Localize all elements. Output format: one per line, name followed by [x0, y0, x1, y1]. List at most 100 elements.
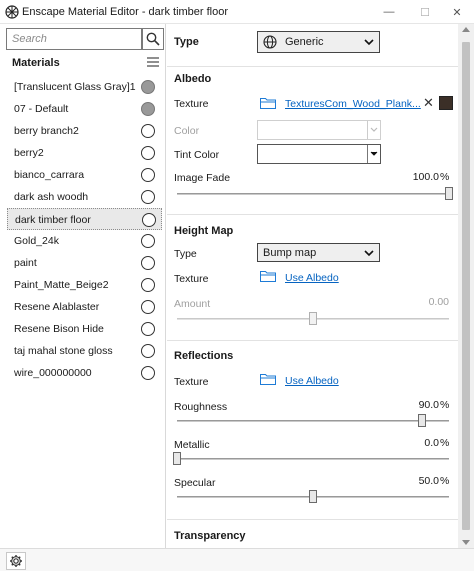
albedo-color-swatch [439, 96, 453, 110]
maximize-button[interactable]: ☐ [408, 0, 442, 24]
roughness-unit: % [440, 399, 450, 411]
material-radio-icon[interactable] [141, 300, 155, 314]
material-name: 07 - Default [14, 103, 69, 115]
hamburger-menu-icon[interactable] [147, 57, 159, 67]
roughness-value[interactable]: 90.0 [397, 399, 439, 411]
height-type-dropdown[interactable]: Bump map [257, 243, 380, 262]
clear-texture-icon[interactable]: ✕ [423, 95, 434, 111]
material-radio-icon[interactable] [141, 256, 155, 270]
material-radio-icon[interactable] [141, 278, 155, 292]
material-list-item[interactable]: berry branch2 [7, 120, 162, 142]
material-list-item[interactable]: Resene Alablaster [7, 296, 162, 318]
material-name: Resene Bison Hide [14, 323, 104, 335]
material-name: Paint_Matte_Beige2 [14, 279, 109, 291]
slider-track [177, 458, 449, 460]
reflections-title: Reflections [174, 350, 234, 362]
scroll-up-icon[interactable] [462, 26, 470, 32]
reflections-texture-label: Texture [174, 376, 209, 388]
material-list-item[interactable]: wire_000000000 [7, 362, 162, 384]
height-type-value: Bump map [263, 247, 317, 259]
material-radio-icon[interactable] [141, 80, 155, 94]
amount-label: Amount [174, 298, 211, 310]
gear-icon [10, 555, 22, 567]
specular-slider[interactable] [177, 490, 449, 504]
folder-icon[interactable] [260, 373, 276, 385]
divider [167, 66, 458, 67]
reflections-texture-link[interactable]: Use Albedo [285, 375, 339, 387]
material-list-item[interactable]: Gold_24k [7, 230, 162, 252]
search-input[interactable] [7, 29, 137, 49]
divider [167, 214, 458, 215]
transparency-title: Transparency [174, 530, 246, 542]
material-radio-icon[interactable] [141, 234, 155, 248]
material-radio-icon[interactable] [141, 146, 155, 160]
search-icon [146, 32, 160, 46]
slider-thumb[interactable] [309, 312, 317, 325]
tint-color-label: Tint Color [174, 149, 220, 161]
material-radio-icon[interactable] [142, 213, 156, 227]
tint-color-field[interactable] [257, 144, 381, 164]
specular-label: Specular [174, 477, 216, 489]
material-list-item[interactable]: Resene Bison Hide [7, 318, 162, 340]
metallic-unit: % [440, 437, 450, 449]
materials-list: [Translucent Glass Gray]1 07 - Default ber… [7, 76, 162, 384]
specular-unit: % [440, 475, 450, 487]
material-list-item[interactable]: dark timber floor [7, 208, 162, 230]
amount-value[interactable]: 0.00 [407, 296, 449, 308]
image-fade-slider[interactable] [177, 187, 453, 201]
material-name: paint [14, 257, 37, 269]
scroll-down-icon[interactable] [462, 540, 470, 546]
material-list-item[interactable]: berry2 [7, 142, 162, 164]
scrollbar-thumb[interactable] [462, 42, 470, 530]
material-radio-icon[interactable] [141, 344, 155, 358]
material-radio-icon[interactable] [141, 124, 155, 138]
material-list-item[interactable]: 07 - Default [7, 98, 162, 120]
material-list-item[interactable]: [Translucent Glass Gray]1 [7, 76, 162, 98]
slider-track [177, 420, 449, 422]
height-texture-link[interactable]: Use Albedo [285, 272, 339, 284]
roughness-label: Roughness [174, 401, 228, 413]
close-button[interactable]: ✕ [440, 0, 474, 24]
type-label: Type [174, 36, 199, 48]
type-dropdown[interactable]: Generic [257, 31, 380, 53]
height-type-label: Type [174, 248, 197, 260]
metallic-slider[interactable] [173, 452, 449, 466]
search-button[interactable] [142, 28, 164, 50]
image-fade-label: Image Fade [174, 172, 231, 184]
image-fade-value[interactable]: 100.0 [397, 171, 439, 183]
specular-value[interactable]: 50.0 [397, 475, 439, 487]
material-list-item[interactable]: paint [7, 252, 162, 274]
slider-thumb[interactable] [417, 414, 426, 427]
folder-icon[interactable] [260, 97, 276, 109]
material-list-item[interactable]: dark ash woodh [7, 186, 162, 208]
slider-thumb[interactable] [445, 187, 453, 200]
slider-thumb[interactable] [173, 452, 181, 465]
material-list-item[interactable]: Paint_Matte_Beige2 [7, 274, 162, 296]
color-field[interactable] [257, 120, 381, 140]
metallic-value[interactable]: 0.0 [397, 437, 439, 449]
properties-scrollbar[interactable] [458, 24, 474, 548]
material-list-item[interactable]: taj mahal stone gloss [7, 340, 162, 362]
bottom-bar [0, 548, 474, 571]
material-list-item[interactable]: bianco_carrara [7, 164, 162, 186]
material-radio-icon[interactable] [141, 102, 155, 116]
material-radio-icon[interactable] [141, 322, 155, 336]
amount-slider[interactable] [177, 312, 449, 326]
folder-icon[interactable] [260, 270, 276, 282]
minimize-button[interactable]: — [372, 0, 406, 24]
settings-button[interactable] [6, 552, 26, 570]
material-radio-icon[interactable] [141, 366, 155, 380]
albedo-title: Albedo [174, 73, 212, 85]
material-name: bianco_carrara [14, 169, 85, 181]
enscape-logo-icon [5, 5, 19, 19]
chevron-down-icon [367, 121, 380, 139]
albedo-texture-link[interactable]: TexturesCom_Wood_Plank... [285, 98, 421, 110]
material-radio-icon[interactable] [141, 168, 155, 182]
material-radio-icon[interactable] [141, 190, 155, 204]
roughness-slider[interactable] [177, 414, 449, 428]
divider [167, 340, 458, 341]
slider-thumb[interactable] [309, 490, 317, 503]
height-map-title: Height Map [174, 225, 234, 237]
chevron-down-icon [364, 250, 374, 257]
window-title: Enscape Material Editor - dark timber fl… [22, 6, 229, 18]
